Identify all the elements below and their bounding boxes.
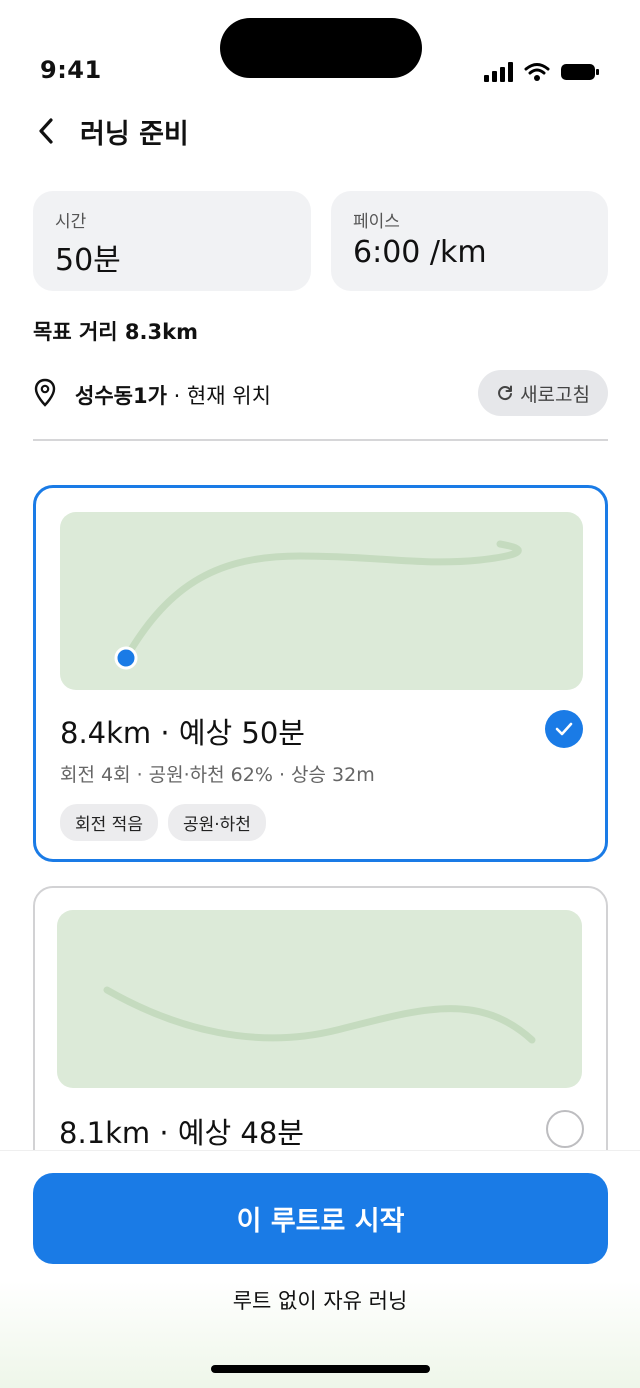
route-tags: 회전 적음 공원·하천 bbox=[60, 804, 266, 841]
pace-card[interactable]: 페이스 6:00 /km bbox=[331, 191, 608, 291]
route-tag: 공원·하천 bbox=[167, 804, 266, 841]
location-text: 성수동1가 · 현재 위치 bbox=[75, 380, 271, 410]
back-chevron-icon[interactable] bbox=[32, 114, 62, 148]
page-title: 러닝 준비 bbox=[80, 119, 189, 150]
selected-check[interactable] bbox=[545, 710, 583, 748]
pace-value: 6:00 /km bbox=[353, 235, 487, 270]
pace-label: 페이스 bbox=[353, 212, 400, 232]
route-meta: 회전 4회 · 공원·하천 62% · 상승 32m bbox=[60, 764, 375, 786]
bottom-action-bar: 이 루트로 시작 루트 없이 자유 러닝 bbox=[0, 1150, 640, 1388]
checkmark-icon bbox=[555, 722, 573, 736]
route-line bbox=[114, 540, 522, 670]
divider bbox=[33, 439, 608, 441]
route-map bbox=[60, 512, 583, 690]
location-suffix: · 현재 위치 bbox=[166, 384, 271, 408]
route-tag: 회전 적음 bbox=[60, 804, 158, 841]
battery-icon bbox=[561, 64, 599, 80]
target-distance: 목표 거리 8.3km bbox=[33, 320, 198, 344]
route-title: 8.4km · 예상 50분 bbox=[60, 716, 305, 750]
route-map bbox=[57, 910, 582, 1088]
route-title: 8.1km · 예상 48분 bbox=[59, 1116, 304, 1150]
navigation-bar: 러닝 준비 bbox=[0, 108, 640, 154]
start-point bbox=[114, 646, 138, 670]
time-label: 시간 bbox=[55, 212, 87, 232]
location-name: 성수동1가 bbox=[75, 384, 167, 408]
refresh-icon bbox=[498, 385, 513, 401]
time-card[interactable]: 시간 50분 bbox=[33, 191, 311, 291]
route-line bbox=[103, 986, 536, 1044]
status-time: 9:41 bbox=[40, 56, 102, 84]
signal-icon bbox=[484, 62, 513, 82]
status-icons bbox=[484, 62, 600, 82]
location-row: 성수동1가 · 현재 위치 새로고침 bbox=[33, 370, 608, 416]
refresh-label: 새로고침 bbox=[520, 383, 590, 406]
free-run-link[interactable]: 루트 없이 자유 러닝 bbox=[0, 1285, 640, 1315]
home-indicator bbox=[211, 1365, 430, 1373]
route-radio[interactable] bbox=[546, 1110, 584, 1148]
time-value: 50분 bbox=[55, 243, 121, 278]
wifi-icon bbox=[524, 63, 550, 81]
dynamic-island bbox=[220, 18, 422, 78]
refresh-button[interactable]: 새로고침 bbox=[478, 370, 608, 416]
location-pin-icon bbox=[34, 378, 56, 407]
route-card-selected[interactable]: 8.4km · 예상 50분 회전 4회 · 공원·하천 62% · 상승 32… bbox=[33, 485, 608, 862]
start-route-button[interactable]: 이 루트로 시작 bbox=[33, 1173, 608, 1264]
